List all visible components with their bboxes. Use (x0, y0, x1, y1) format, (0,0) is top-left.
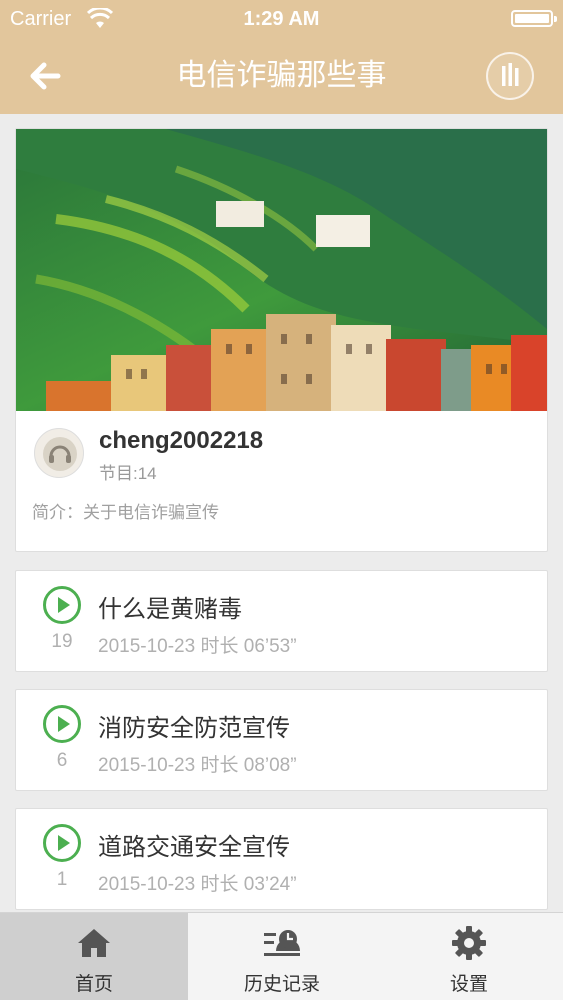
tab-settings[interactable]: 设置 (375, 913, 563, 1000)
tab-label: 首页 (74, 974, 113, 995)
album-profile-card: cheng2002218 节目:14 简介：关于电信诈骗宣传 (15, 128, 548, 552)
track-item[interactable]: 道路交通安全宣传 1 2015-10-23 时长 03’24” (15, 808, 548, 910)
tab-bar: 首页 历史记录 设置 (0, 912, 563, 1000)
track-title: 消防安全防范宣传 (98, 715, 290, 742)
headphones-icon (43, 437, 77, 471)
status-time: 1:29 AM (243, 8, 320, 30)
equalizer-icon (502, 63, 519, 86)
play-button[interactable] (42, 585, 82, 625)
track-number: 6 (56, 750, 68, 771)
track-title: 道路交通安全宣传 (98, 834, 290, 861)
track-meta: 2015-10-23 时长 08’08” (98, 755, 297, 776)
tab-label: 历史记录 (243, 974, 320, 995)
play-icon (43, 824, 81, 862)
tab-label: 设置 (449, 974, 488, 995)
top-bar: Carrier 1:29 AM 电信诈骗那些事 (0, 0, 563, 114)
play-icon (43, 705, 81, 743)
home-icon (78, 929, 110, 957)
now-playing-button[interactable] (486, 52, 534, 100)
cover-image (16, 129, 547, 411)
play-button[interactable] (42, 704, 82, 744)
username: cheng2002218 (99, 427, 264, 454)
back-button[interactable] (24, 56, 68, 96)
intro-text: 简介：关于电信诈骗宣传 (32, 503, 219, 522)
track-title: 什么是黄赌毒 (98, 596, 242, 623)
arrow-left-icon (30, 62, 61, 90)
program-count: 节目:14 (99, 464, 157, 483)
track-item[interactable]: 什么是黄赌毒 19 2015-10-23 时长 06’53” (15, 570, 548, 672)
battery-icon (511, 10, 557, 27)
history-icon (264, 930, 300, 956)
tab-home[interactable]: 首页 (0, 913, 188, 1000)
avatar[interactable] (34, 428, 84, 478)
page-title: 电信诈骗那些事 (176, 59, 387, 92)
tab-history[interactable]: 历史记录 (188, 913, 376, 1000)
track-number: 1 (56, 869, 68, 890)
gear-icon (452, 926, 486, 960)
track-item[interactable]: 消防安全防范宣传 6 2015-10-23 时长 08’08” (15, 689, 548, 791)
play-icon (43, 586, 81, 624)
play-button[interactable] (42, 823, 82, 863)
track-meta: 2015-10-23 时长 03’24” (98, 874, 297, 895)
track-meta: 2015-10-23 时长 06’53” (98, 636, 297, 657)
status-bar: Carrier 1:29 AM (0, 0, 563, 38)
track-number: 19 (51, 631, 73, 652)
